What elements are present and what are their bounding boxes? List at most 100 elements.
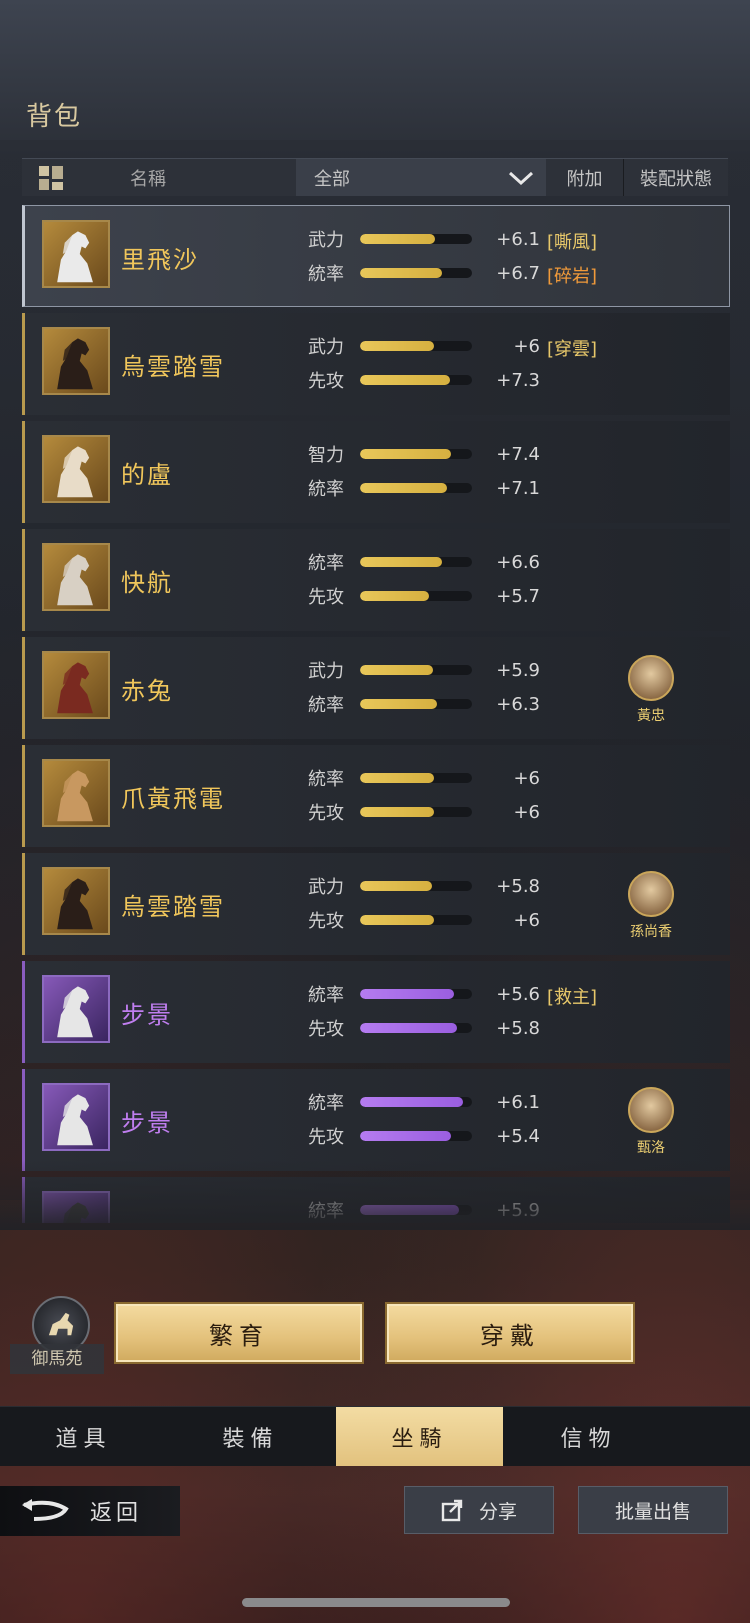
stat-value: +6.6 <box>496 551 540 573</box>
skill-tag: [嘶風] <box>547 232 598 253</box>
stat-bar <box>360 807 472 817</box>
stat-bar <box>360 375 472 385</box>
stat-value: +6.1 <box>496 1091 540 1113</box>
stat-line: 先攻 +5.4 <box>308 1123 540 1149</box>
stat-bar-fill <box>360 483 448 493</box>
list-item[interactable]: 烏雲踏雪 武力 +6 先攻 +7.3 [穿雲] <box>22 313 730 415</box>
stat-value: +6 <box>513 909 540 931</box>
hero-name: 甄洛 <box>637 1140 665 1156</box>
stat-label: 先攻 <box>308 1019 344 1040</box>
skill-tag: [碎岩] <box>547 266 598 287</box>
avatar <box>628 1087 674 1133</box>
mount-name: 里飛沙 <box>121 246 199 274</box>
wear-button[interactable]: 穿戴 <box>385 1302 635 1364</box>
sort-by-name[interactable]: 名稱 <box>22 159 296 196</box>
mount-name: 步景 <box>121 1001 173 1029</box>
attach-column-label[interactable]: 附加 <box>546 159 624 196</box>
stat-value: +5.9 <box>496 659 540 681</box>
tab-mounts[interactable]: 坐騎 <box>336 1407 503 1466</box>
stat-label: 統率 <box>308 985 344 1006</box>
stat-label: 武力 <box>308 337 344 358</box>
share-label: 分享 <box>478 1500 517 1523</box>
stat-bar-fill <box>360 234 436 244</box>
stat-bar-fill <box>360 807 434 817</box>
equipped-hero[interactable]: 孫尚香 <box>625 871 677 941</box>
stat-line: 智力 +7.4 <box>308 441 540 467</box>
stat-value: +5.8 <box>496 1017 540 1039</box>
list-item[interactable]: 的盧 智力 +7.4 統率 +7.1 <box>22 421 730 523</box>
skill-tag: [穿雲] <box>547 339 598 360</box>
stat-line: 統率 +6.7 <box>308 260 540 286</box>
back-label: 返回 <box>90 1501 143 1526</box>
stat-bar-fill <box>360 1023 458 1033</box>
stat-label: 統率 <box>308 264 344 285</box>
stat-bar <box>360 341 472 351</box>
list-item[interactable]: 赤兔 武力 +5.9 統率 +6.3 黃忠 <box>22 637 730 739</box>
breed-button[interactable]: 繁育 <box>114 1302 364 1364</box>
stat-value: +7.3 <box>496 369 540 391</box>
stat-bar-fill <box>360 1097 464 1107</box>
stat-line: 統率 +6.6 <box>308 549 540 575</box>
stat-label: 統率 <box>308 769 344 790</box>
stat-label: 統率 <box>308 553 344 574</box>
list-item[interactable]: 烏雲踏雪 武力 +5.8 先攻 +6 孫尚香 <box>22 853 730 955</box>
stat-label: 武力 <box>308 661 344 682</box>
stat-value: +6.3 <box>496 693 540 715</box>
stat-bar-fill <box>360 989 455 999</box>
stable-button[interactable]: 御馬苑 <box>10 1296 104 1374</box>
stat-label: 統率 <box>308 1093 344 1114</box>
list-item[interactable]: 里飛沙 武力 +6.1 統率 +6.7 [嘶風] [碎岩] <box>22 205 730 307</box>
stat-line: 統率 +6.1 <box>308 1089 540 1115</box>
mount-name: 赤兔 <box>121 677 173 705</box>
stat-label: 統率 <box>308 479 344 500</box>
avatar <box>628 655 674 701</box>
back-button[interactable]: 返回 <box>0 1486 180 1536</box>
stat-bar-fill <box>360 375 450 385</box>
home-indicator[interactable] <box>242 1598 510 1607</box>
stat-line: 武力 +5.8 <box>308 873 540 899</box>
hero-name: 孫尚香 <box>630 924 672 940</box>
stat-value: +5.6 <box>496 983 540 1005</box>
grid-icon[interactable] <box>38 165 64 191</box>
filter-value: 全部 <box>314 168 350 190</box>
stat-bar-fill <box>360 449 451 459</box>
tab-items[interactable]: 道具 <box>0 1407 167 1466</box>
stat-bar-fill <box>360 699 438 709</box>
stat-label: 先攻 <box>308 911 344 932</box>
list-item[interactable]: 步景 統率 +5.6 先攻 +5.8 [救主] <box>22 961 730 1063</box>
page-title: 背包 <box>26 102 83 132</box>
stable-label: 御馬苑 <box>10 1344 104 1374</box>
stat-bar <box>360 699 472 709</box>
equipped-hero[interactable]: 黃忠 <box>625 655 677 725</box>
stat-bar <box>360 665 472 675</box>
stat-value: +5.8 <box>496 875 540 897</box>
skill-tag: [救主] <box>547 987 598 1008</box>
list-item[interactable]: 步景 統率 +6.1 先攻 +5.4 甄洛 <box>22 1069 730 1171</box>
horse-portrait <box>42 651 110 719</box>
filter-dropdown[interactable]: 全部 <box>296 159 546 196</box>
stat-line: 先攻 +6 <box>308 907 540 933</box>
bulk-sell-button[interactable]: 批量出售 <box>578 1486 728 1534</box>
horse-portrait <box>42 435 110 503</box>
list-item[interactable]: 快航 統率 +6.6 先攻 +5.7 <box>22 529 730 631</box>
mount-list[interactable]: 里飛沙 武力 +6.1 統率 +6.7 [嘶風] [碎岩] 烏雲踏雪 武力 +6 先攻 +7.3 [穿雲… <box>22 205 730 1223</box>
equipped-hero[interactable]: 甄洛 <box>625 1087 677 1157</box>
tab-tokens[interactable]: 信物 <box>505 1407 672 1466</box>
stat-line: 先攻 +5.7 <box>308 583 540 609</box>
stat-line: 先攻 +5.8 <box>308 1015 540 1041</box>
stat-bar <box>360 1131 472 1141</box>
list-header: 名稱 全部 附加 裝配狀態 <box>22 158 728 196</box>
stat-label: 武力 <box>308 877 344 898</box>
tab-equipment[interactable]: 裝備 <box>167 1407 334 1466</box>
share-icon <box>441 1499 463 1522</box>
stat-bar-fill <box>360 591 430 601</box>
share-button[interactable]: 分享 <box>404 1486 554 1534</box>
stat-bar-fill <box>360 915 434 925</box>
status-column-label[interactable]: 裝配狀態 <box>624 159 728 196</box>
stat-bar <box>360 449 472 459</box>
stat-bar-fill <box>360 773 434 783</box>
horse-portrait <box>42 975 110 1043</box>
stat-label: 先攻 <box>308 587 344 608</box>
stat-line: 武力 +6 <box>308 333 540 359</box>
list-item[interactable]: 爪黃飛電 統率 +6 先攻 +6 <box>22 745 730 847</box>
